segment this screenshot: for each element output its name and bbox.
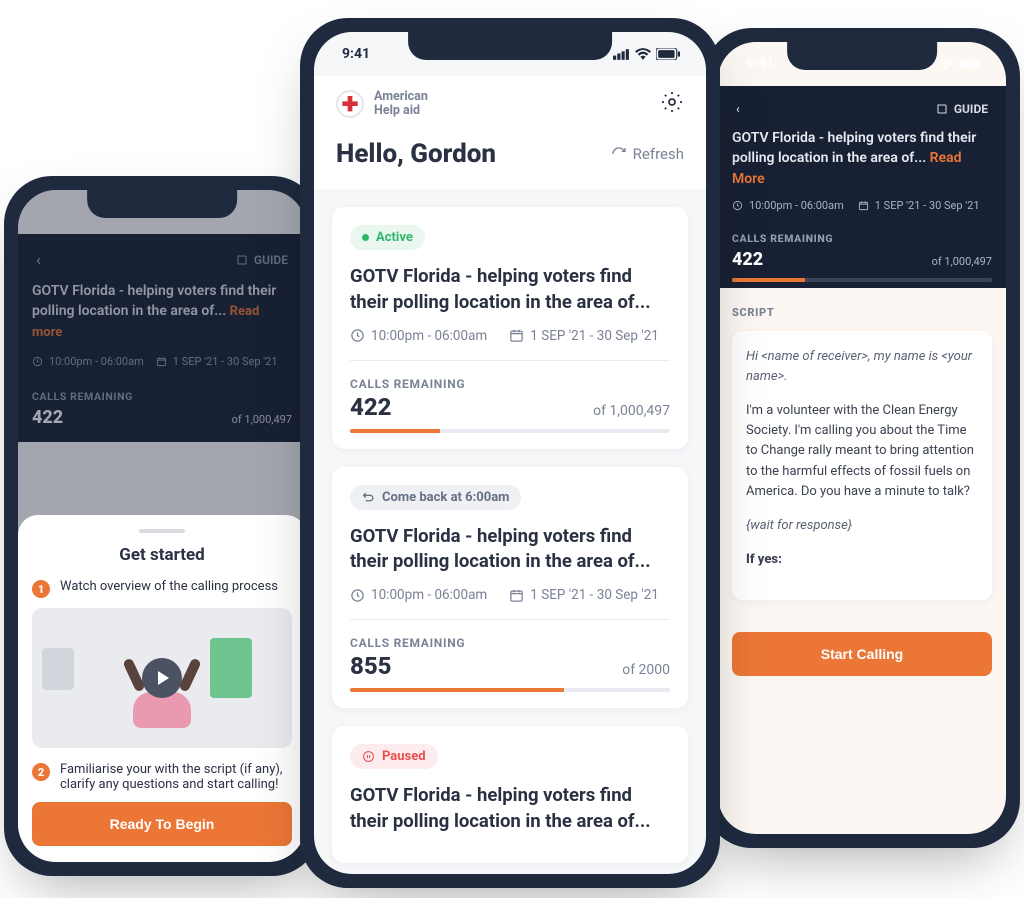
back-icon[interactable]: ‹ <box>36 250 41 269</box>
calendar-icon <box>509 588 524 603</box>
date-meta: 1 SEP '21 - 30 Sep '21 <box>509 328 659 344</box>
calls-total: of 1,000,497 <box>232 413 292 426</box>
campaign-card[interactable]: Paused GOTV Florida - helping voters fin… <box>332 726 688 863</box>
campaign-title: GOTV Florida - helping voters find their… <box>350 264 670 316</box>
date-meta: 1 SEP '21 - 30 Sep '21 <box>509 587 659 603</box>
clock-icon <box>350 328 365 343</box>
status-icons <box>613 48 680 60</box>
campaign-card[interactable]: Active GOTV Florida - helping voters fin… <box>332 207 688 449</box>
calls-remaining-value: 855 <box>350 652 392 680</box>
status-time: 9:41 <box>746 56 774 72</box>
calls-remaining-label: CALLS REMAINING <box>732 232 992 245</box>
step-1: 1 Watch overview of the calling process <box>32 579 292 598</box>
calendar-icon <box>858 200 869 211</box>
back-icon[interactable]: ‹ <box>736 102 740 116</box>
brand-text: American Help aid <box>374 90 428 119</box>
get-started-sheet: Get started 1 Watch overview of the call… <box>18 515 306 862</box>
battery-icon <box>958 59 980 70</box>
phone-center: 9:41 ✚ American Help aid Hello, Gord <box>300 18 720 888</box>
time-meta: 10:00pm - 06:00am <box>32 355 144 368</box>
book-icon <box>236 254 248 266</box>
campaign-title: GOTV Florida - helping voters find their… <box>732 128 992 189</box>
settings-button[interactable] <box>660 90 684 118</box>
script-card: Hi <name of receiver>, my name is <your … <box>732 331 992 600</box>
calls-total: of 1,000,497 <box>593 403 670 419</box>
progress-bar <box>350 429 670 433</box>
script-label: SCRIPT <box>732 306 992 319</box>
play-icon <box>142 658 182 698</box>
battery-icon <box>656 48 680 60</box>
campaign-card[interactable]: Come back at 6:00am GOTV Florida - helpi… <box>332 467 688 709</box>
campaign-title: GOTV Florida - helping voters find their… <box>350 524 670 576</box>
wifi-icon <box>938 59 953 70</box>
time-meta: 10:00pm - 06:00am <box>350 587 487 603</box>
status-badge-comeback: Come back at 6:00am <box>350 485 521 510</box>
calls-remaining-label: CALLS REMAINING <box>350 636 670 650</box>
guide-button[interactable]: GUIDE <box>936 102 988 116</box>
campaign-title: GOTV Florida - helping voters find their… <box>32 281 292 343</box>
clock-icon <box>32 356 43 367</box>
calls-remaining-value: 422 <box>32 407 63 428</box>
progress-bar <box>732 278 992 282</box>
phone-right: 9:41 ‹ GUIDE GOTV Florida - helping vote <box>704 28 1020 848</box>
progress-bar <box>350 688 670 692</box>
battery-icon <box>258 207 280 218</box>
topbar: ✚ American Help aid <box>314 76 706 129</box>
sheet-grabber[interactable] <box>139 529 185 533</box>
cellular-icon <box>613 49 630 60</box>
refresh-icon <box>611 146 627 162</box>
wifi-icon <box>635 48 651 60</box>
gear-icon <box>660 90 684 114</box>
campaign-title: GOTV Florida - helping voters find their… <box>350 783 670 835</box>
sheet-heading: Get started <box>32 545 292 565</box>
ready-to-begin-button[interactable]: Ready To Begin <box>32 802 292 846</box>
book-icon <box>936 103 948 115</box>
time-meta: 10:00pm - 06:00am <box>350 328 487 344</box>
calls-remaining-label: CALLS REMAINING <box>350 377 670 391</box>
status-badge-active: Active <box>350 225 425 250</box>
date-meta: 1 SEP '21 - 30 Sep '21 <box>858 199 980 212</box>
status-time: 9:41 <box>46 204 74 220</box>
phone-left: 9:41 ‹ GUIDE GOTV Florida - helping vote <box>4 176 320 876</box>
step-2: 2 Familiarise your with the script (if a… <box>32 762 292 792</box>
app-logo-icon: ✚ <box>336 90 364 118</box>
calls-remaining-value: 422 <box>350 393 392 421</box>
wifi-icon <box>238 207 253 218</box>
calendar-icon <box>156 356 167 367</box>
date-meta: 1 SEP '21 - 30 Sep '21 <box>156 355 278 368</box>
time-meta: 10:00pm - 06:00am <box>732 199 844 212</box>
status-time: 9:41 <box>342 46 370 62</box>
pause-icon <box>362 750 375 763</box>
calls-remaining-value: 422 <box>732 249 763 270</box>
start-calling-button[interactable]: Start Calling <box>732 632 992 676</box>
return-icon <box>362 491 375 504</box>
clock-icon <box>350 588 365 603</box>
greeting-text: Hello, Gordon <box>336 139 496 169</box>
calls-total: of 1,000,497 <box>932 255 992 268</box>
calls-total: of 2000 <box>622 662 670 678</box>
refresh-button[interactable]: Refresh <box>611 145 684 163</box>
status-badge-paused: Paused <box>350 744 438 769</box>
calendar-icon <box>509 328 524 343</box>
overview-video[interactable] <box>32 608 292 748</box>
guide-button[interactable]: GUIDE <box>236 253 288 267</box>
clock-icon <box>732 200 743 211</box>
calls-remaining-label: CALLS REMAINING <box>32 390 292 403</box>
